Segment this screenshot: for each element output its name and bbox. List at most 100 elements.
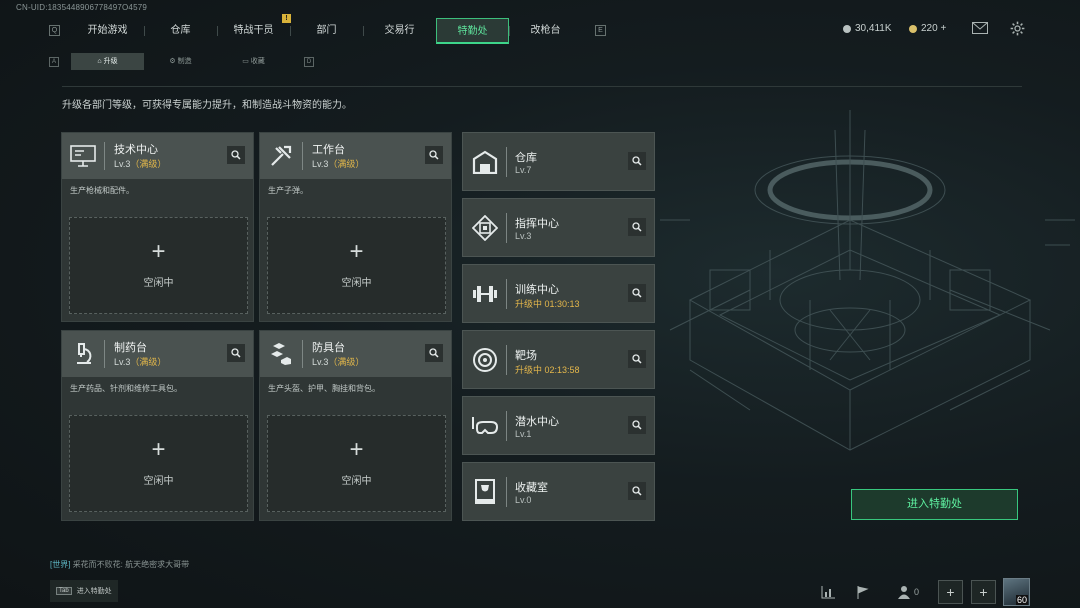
workstation-card-workbench[interactable]: 工作台 Lv.3（满级） 生产子弹。 + 空闲中 <box>259 132 452 322</box>
tab-start-game[interactable]: 开始游戏 <box>71 18 144 44</box>
gold-amount: 220 + <box>921 23 947 34</box>
tab-hint[interactable]: Tab 进入特勤处 <box>50 580 118 602</box>
facility-upgrade-timer: 升级中 02:13:58 <box>515 365 580 375</box>
settings-gear-icon[interactable] <box>1010 21 1025 36</box>
target-icon <box>471 346 499 374</box>
workstation-description: 生产枪械和配件。 <box>70 186 134 195</box>
nav-next-key[interactable]: E <box>595 25 606 36</box>
search-icon[interactable] <box>628 284 646 302</box>
craft-slot[interactable]: + 空闲中 <box>69 415 248 512</box>
enter-special-ops-button[interactable]: 进入特勤处 <box>851 489 1018 520</box>
facility-command-center[interactable]: 指挥中心 Lv.3 <box>462 198 655 257</box>
slot-status: 空闲中 <box>341 476 372 487</box>
facility-training-center[interactable]: 训练中心 升级中 01:30:13 <box>462 264 655 323</box>
microscope-icon <box>69 340 97 368</box>
slot-status: 空闲中 <box>143 476 174 487</box>
tab-gunsmith[interactable]: 改枪台 <box>509 18 582 44</box>
main-nav: 开始游戏 仓库 特战干员 部门 交易行 特勤处 改枪台 <box>71 18 582 44</box>
subtab-collection[interactable]: ▭ 收藏 <box>217 53 290 70</box>
chat-message[interactable]: [世界] 采花而不败花: 航天绝密求大哥带 <box>50 559 189 570</box>
tools-icon <box>267 142 295 170</box>
tab-special-ops[interactable]: 特勤处 <box>436 18 509 44</box>
slot-status: 空闲中 <box>143 278 174 289</box>
search-icon[interactable] <box>227 344 245 362</box>
gold-coin-icon <box>909 24 917 33</box>
warehouse-icon <box>471 148 499 176</box>
facility-diving-center[interactable]: 潜水中心 Lv.1 <box>462 396 655 455</box>
subtab-collection-label: 收藏 <box>250 58 265 65</box>
workstation-level: Lv.3（满级） <box>114 357 167 367</box>
header-divider <box>62 86 1022 87</box>
stats-chart-icon[interactable] <box>816 580 840 604</box>
tab-department[interactable]: 部门 <box>290 18 363 44</box>
facility-status: Lv.0 <box>515 495 532 505</box>
facility-collection-room[interactable]: 收藏室 Lv.0 <box>462 462 655 521</box>
friends-icon <box>897 586 910 599</box>
search-icon[interactable] <box>227 146 245 164</box>
player-level: 60 <box>1015 595 1028 605</box>
chat-channel: [世界] <box>50 560 71 569</box>
add-team-button[interactable]: + <box>971 580 996 604</box>
subtab-upgrade[interactable]: ⌂ 升级 <box>71 53 144 70</box>
add-icon: + <box>349 238 364 265</box>
tab-trading[interactable]: 交易行 <box>363 18 436 44</box>
workstation-name: 技术中心 <box>114 144 158 156</box>
add-icon: + <box>349 436 364 463</box>
facility-warehouse[interactable]: 仓库 Lv.7 <box>462 132 655 191</box>
facility-status: Lv.7 <box>515 165 532 175</box>
search-icon[interactable] <box>628 218 646 236</box>
workstation-level: Lv.3（满级） <box>114 159 167 169</box>
silver-coin-icon <box>843 24 851 33</box>
base-building-illustration <box>660 110 1075 451</box>
diving-mask-icon <box>471 412 499 440</box>
flag-icon[interactable] <box>850 580 874 604</box>
subtab-upgrade-label: 升级 <box>103 58 118 65</box>
craft-icon: ⚙ <box>169 58 178 65</box>
tab-operators[interactable]: 特战干员 <box>217 18 290 44</box>
subnav-prev-key[interactable]: A <box>49 57 59 67</box>
nav-prev-key[interactable]: Q <box>49 25 60 36</box>
search-icon[interactable] <box>425 344 443 362</box>
workstation-card-tech-center[interactable]: 技术中心 Lv.3（满级） 生产枪械和配件。 + 空闲中 <box>61 132 254 322</box>
add-friend-button[interactable]: + <box>938 580 963 604</box>
trophy-case-icon <box>471 478 499 506</box>
friends-button[interactable]: 0 <box>893 580 923 604</box>
player-avatar[interactable]: 60 <box>1003 578 1030 606</box>
search-icon[interactable] <box>425 146 443 164</box>
subnav-next-key[interactable]: D <box>304 57 314 67</box>
workstation-card-armor-bench[interactable]: 防具台 Lv.3（满级） 生产头盔、护甲、胸挂和背包。 + 空闲中 <box>259 330 452 521</box>
workstation-name: 防具台 <box>312 342 345 354</box>
silver-currency[interactable]: 30,411K <box>843 23 892 34</box>
workstation-level: Lv.3（满级） <box>312 159 365 169</box>
tab-warehouse[interactable]: 仓库 <box>144 18 217 44</box>
search-icon[interactable] <box>628 482 646 500</box>
craft-slot[interactable]: + 空闲中 <box>69 217 248 314</box>
tab-hint-label: 进入特勤处 <box>76 588 112 595</box>
search-icon[interactable] <box>628 350 646 368</box>
armor-icon <box>267 340 295 368</box>
gold-currency[interactable]: 220 + <box>909 23 946 34</box>
chip-icon <box>471 214 499 242</box>
facility-upgrade-timer: 升级中 01:30:13 <box>515 299 580 309</box>
facility-name: 靶场 <box>515 350 537 362</box>
mail-icon[interactable] <box>972 22 988 34</box>
collection-icon: ▭ <box>242 58 251 65</box>
craft-slot[interactable]: + 空闲中 <box>267 217 446 314</box>
facility-name: 指挥中心 <box>515 218 559 230</box>
facility-name: 收藏室 <box>515 482 548 494</box>
computer-icon <box>69 142 97 170</box>
facility-shooting-range[interactable]: 靶场 升级中 02:13:58 <box>462 330 655 389</box>
workstation-description: 生产子弹。 <box>268 186 308 195</box>
workstation-name: 制药台 <box>114 342 147 354</box>
subtab-craft[interactable]: ⚙ 制造 <box>144 53 217 70</box>
workstation-name: 工作台 <box>312 144 345 156</box>
search-icon[interactable] <box>628 152 646 170</box>
page-description: 升级各部门等级，可获得专属能力提升，和制造战斗物资的能力。 <box>62 100 352 111</box>
search-icon[interactable] <box>628 416 646 434</box>
workstation-card-pharmacy[interactable]: 制药台 Lv.3（满级） 生产药品、针剂和维修工具包。 + 空闲中 <box>61 330 254 521</box>
facility-name: 潜水中心 <box>515 416 559 428</box>
operators-alert-badge: ! <box>282 14 291 23</box>
craft-slot[interactable]: + 空闲中 <box>267 415 446 512</box>
facility-status: Lv.3 <box>515 231 532 241</box>
chat-text: 采花而不败花: 航天绝密求大哥带 <box>72 560 190 569</box>
